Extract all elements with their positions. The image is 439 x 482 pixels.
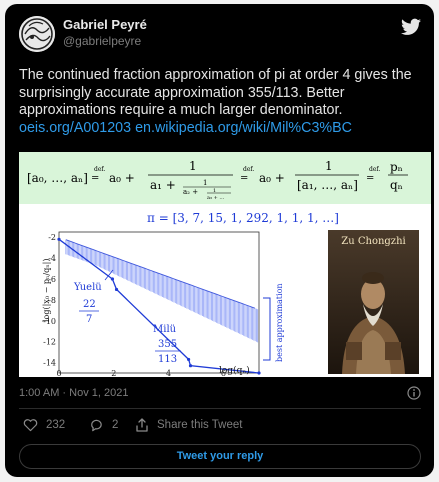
best-approximation-point <box>257 371 261 375</box>
frac-pn: pₙ <box>390 160 403 174</box>
best-approximation-point <box>57 237 61 241</box>
milu-den: 113 <box>158 354 177 365</box>
def-label-3: def. <box>369 166 380 173</box>
divider <box>19 408 421 409</box>
author-handle[interactable]: @gabrielpeyre <box>63 34 141 48</box>
frac-one-2: 1 <box>203 179 207 187</box>
tweet-card: Gabriel Peyré @gabrielpeyre The continue… <box>5 4 434 477</box>
x-tick-label: 4 <box>166 369 171 377</box>
oeis-link[interactable]: oeis.org/A001203 <box>19 120 131 136</box>
portrait-caption: Zu Chongzhi <box>341 236 406 247</box>
milu-num: 355 <box>158 339 177 350</box>
pi-continued-fraction: π = [3, 7, 15, 1, 292, 1, 1, 1, …] <box>147 211 339 225</box>
x-tick-label: 2 <box>111 369 116 377</box>
formula-a3: a₃ + … <box>207 195 224 201</box>
upper-envelope <box>65 239 256 309</box>
zu-chongzhi-portrait <box>328 230 419 374</box>
def-label-2: def. <box>243 166 254 173</box>
yuelu-label: Yuelü <box>73 282 102 293</box>
frac-one-4: 1 <box>325 159 333 173</box>
like-button[interactable]: 232 <box>23 418 65 432</box>
reply-action-button[interactable]: 2 <box>89 418 118 432</box>
tweet-timestamp[interactable]: 1:00 AM · Nov 1, 2021 <box>19 387 128 399</box>
tweet-body: The continued fraction approximation of … <box>19 67 412 119</box>
formula-lhs: [a₀, …, aₙ] <box>27 171 88 185</box>
formula-a0: a₀ + <box>109 171 135 185</box>
twitter-bird-icon[interactable] <box>401 18 421 36</box>
def-eq-1: = <box>91 173 99 184</box>
info-icon[interactable] <box>407 386 421 400</box>
tweet-your-reply-button[interactable]: Tweet your reply <box>19 444 421 469</box>
formula-a2: a₂ + <box>183 188 198 196</box>
y-tick-label: -2 <box>48 233 56 242</box>
share-label: Share this Tweet <box>157 419 243 431</box>
best-approximation-label: best approximation <box>275 283 284 362</box>
x-axis-label: log(qₙ) <box>219 365 250 376</box>
yuelu-den: 7 <box>86 314 92 325</box>
author-name[interactable]: Gabriel Peyré <box>63 17 147 32</box>
share-icon <box>136 418 148 432</box>
heart-icon <box>23 419 38 432</box>
reply-icon <box>91 419 102 432</box>
milu-label: Milü <box>153 324 177 335</box>
best-approximation-point <box>110 277 115 281</box>
y-axis-label: log(|x₀ − pₙ/qₙ|) <box>42 259 51 323</box>
def-label-1: def. <box>94 166 105 173</box>
reply-count: 2 <box>112 419 119 431</box>
best-approximation-point <box>188 364 193 368</box>
formula-a1: a₁ + <box>150 178 176 192</box>
tweet-image[interactable]: [a₀, …, aₙ] def. = a₀ + 1 a₁ + 1 a₂ + 1 … <box>19 152 431 377</box>
frac-one-1: 1 <box>189 159 197 173</box>
yuelu-num: 22 <box>83 299 96 310</box>
wikipedia-link[interactable]: en.wikipedia.org/wiki/Mil%C3%BC <box>135 120 352 136</box>
frac-qn: qₙ <box>390 178 403 192</box>
x-tick-label: 0 <box>56 369 61 377</box>
avatar[interactable] <box>19 16 55 52</box>
formula-bracket-rest: [a₁, …, aₙ] <box>297 178 358 192</box>
like-count: 232 <box>46 419 66 431</box>
y-tick-label: -12 <box>43 338 56 347</box>
def-eq-3: = <box>366 173 374 184</box>
best-approximation-point <box>114 287 119 292</box>
best-approximation-point <box>186 357 191 362</box>
y-tick-label: -14 <box>43 359 56 368</box>
formula-a0-2: a₀ + <box>259 171 285 185</box>
share-button[interactable]: Share this Tweet <box>135 418 242 432</box>
def-eq-2: = <box>240 173 248 184</box>
tweet-text: The continued fraction approximation of … <box>19 67 429 137</box>
